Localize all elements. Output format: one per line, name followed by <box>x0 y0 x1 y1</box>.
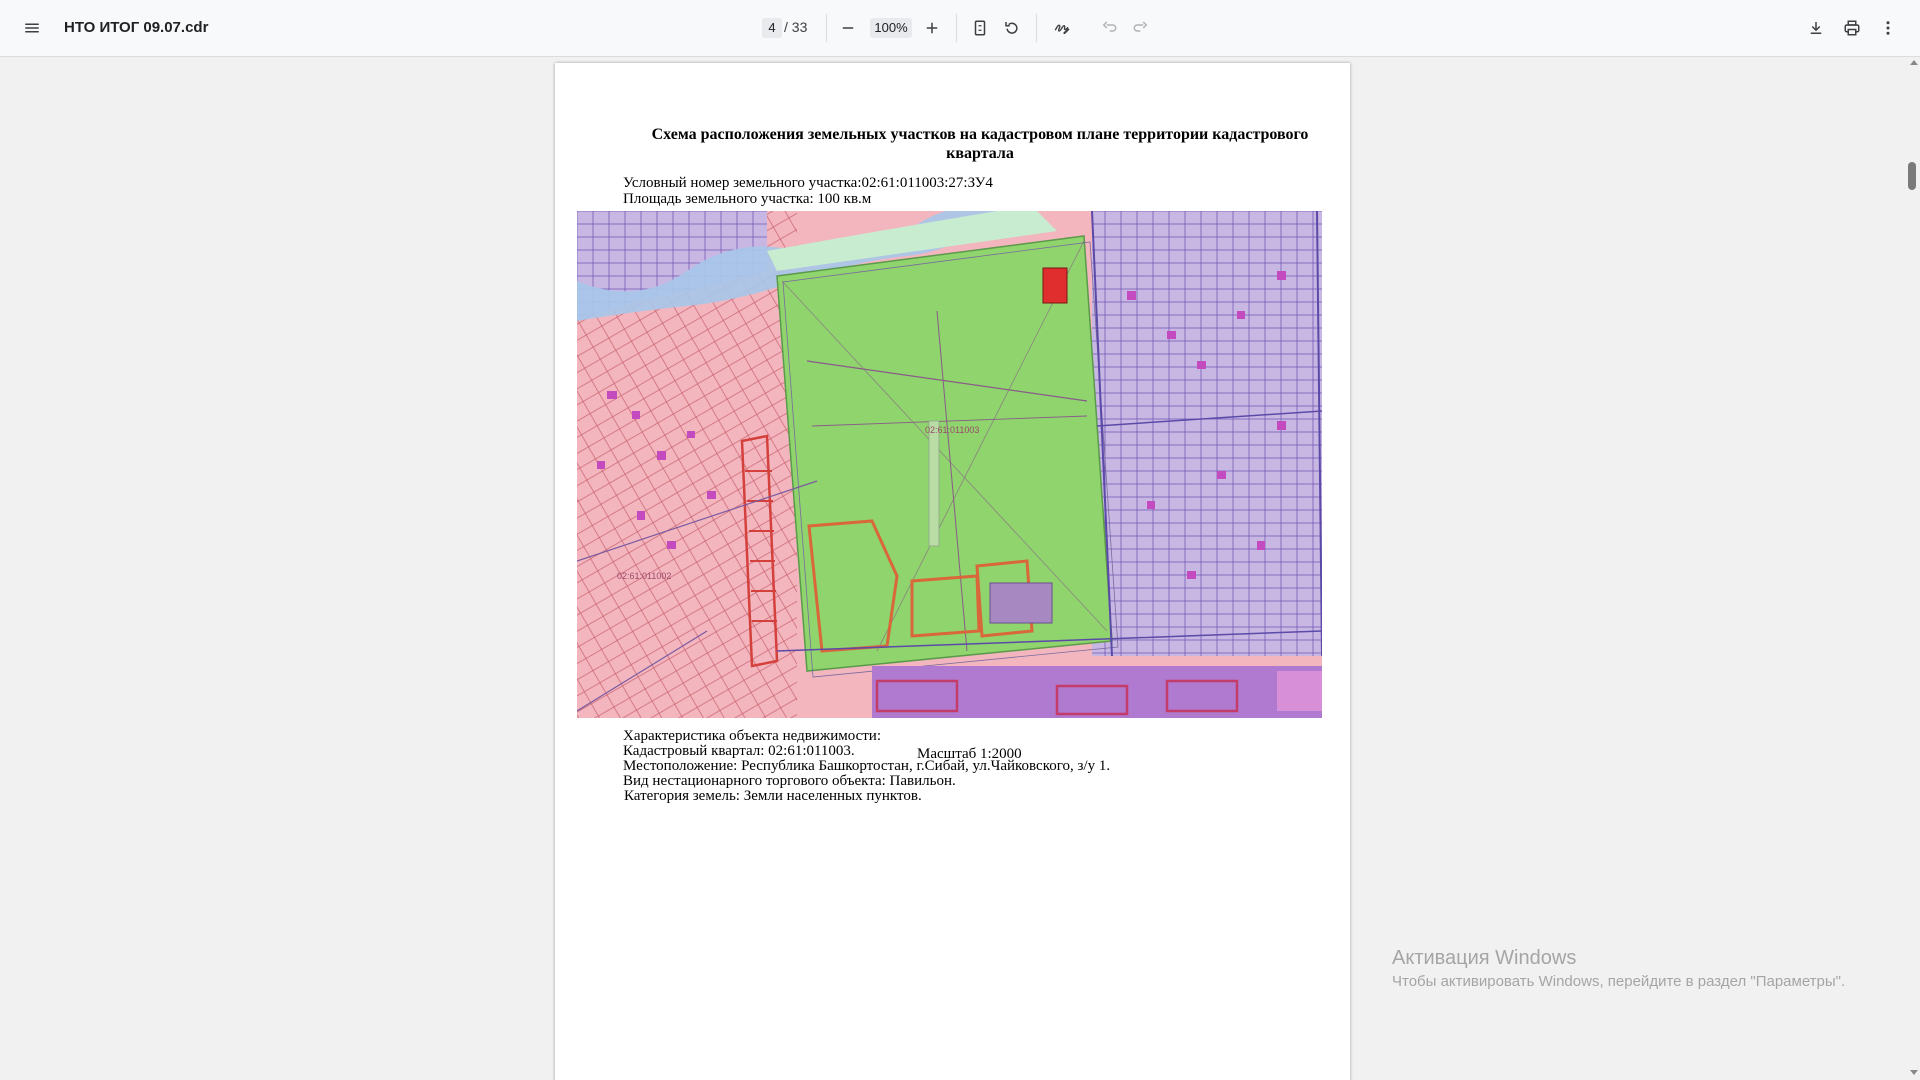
map-label-quarter: 02:61:011003 <box>925 425 979 435</box>
menu-icon[interactable] <box>18 14 46 42</box>
document-heading: Схема расположения земельных участков на… <box>651 126 1309 162</box>
cadastral-quarter: Кадастровый квартал: 02:61:011003. <box>623 743 855 759</box>
zoom-out-icon[interactable] <box>834 14 862 42</box>
location: Местоположение: Республика Башкортостан,… <box>623 758 1111 774</box>
zoom-input[interactable]: 100% <box>870 18 912 38</box>
cadastral-map: 02:61:011003 02:61:011002 <box>577 211 1322 718</box>
plot-area: Площадь земельного участка: 100 кв.м <box>623 191 872 207</box>
document-title: НТО ИТОГ 09.07.cdr <box>64 19 209 36</box>
page-number-input[interactable]: 4 <box>762 18 782 38</box>
redo-icon[interactable] <box>1127 14 1155 42</box>
toolbar-divider <box>1036 14 1037 42</box>
annotate-icon[interactable] <box>1048 14 1076 42</box>
more-vert-icon[interactable] <box>1874 14 1902 42</box>
toolbar-divider <box>956 14 957 42</box>
download-icon[interactable] <box>1802 14 1830 42</box>
scrollbar-thumb[interactable] <box>1908 162 1916 190</box>
pdf-page: Схема расположения земельных участков на… <box>555 63 1350 1080</box>
object-type: Вид нестационарного торгового объекта: П… <box>623 773 956 789</box>
toolbar-divider <box>826 14 827 42</box>
map-label-neighbor: 02:61:011002 <box>617 571 671 581</box>
plot-number: Условный номер земельного участка:02:61:… <box>623 175 993 191</box>
scroll-up-arrow-icon[interactable] <box>1910 60 1918 65</box>
vertical-scrollbar[interactable] <box>1905 57 1920 1080</box>
fit-page-icon[interactable] <box>966 14 994 42</box>
land-category: Категория земель: Земли населенных пункт… <box>624 788 922 804</box>
zoom-in-icon[interactable] <box>918 14 946 42</box>
pdf-toolbar: НТО ИТОГ 09.07.cdr 4 / 33 100% <box>0 0 1920 57</box>
page-total: / 33 <box>784 19 808 35</box>
characteristics-heading: Характеристика объекта недвижимости: <box>623 728 881 744</box>
undo-icon[interactable] <box>1095 14 1123 42</box>
windows-activation-subtitle: Чтобы активировать Windows, перейдите в … <box>1392 973 1846 990</box>
cadastral-map-drawing: 02:61:011003 02:61:011002 <box>577 211 1322 718</box>
scroll-down-arrow-icon[interactable] <box>1910 1070 1918 1075</box>
print-icon[interactable] <box>1838 14 1866 42</box>
rotate-icon[interactable] <box>998 14 1026 42</box>
windows-activation-title: Активация Windows <box>1392 947 1577 969</box>
